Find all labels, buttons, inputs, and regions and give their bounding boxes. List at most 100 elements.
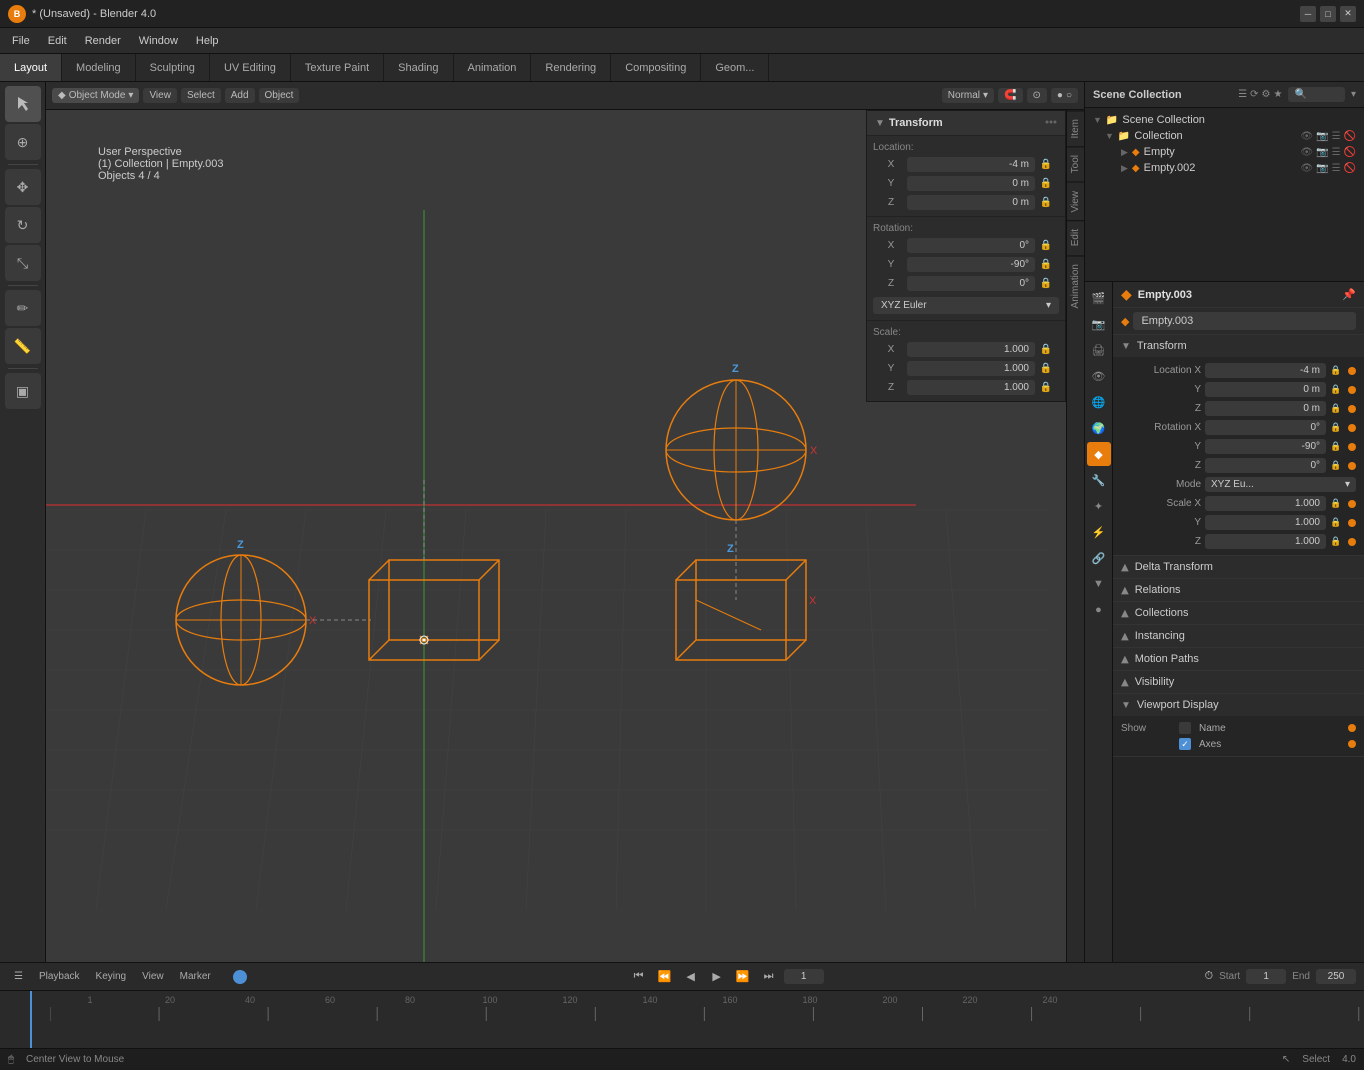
outliner-highlight-icon[interactable]: ★	[1273, 89, 1282, 100]
tab-item[interactable]: Item	[1067, 110, 1084, 146]
collection-hide-icon[interactable]: 🚫	[1344, 131, 1356, 142]
tl-menu-icon[interactable]: ☰	[8, 969, 29, 984]
scale-x-value[interactable]: 1.000	[907, 342, 1035, 357]
menu-help[interactable]: Help	[188, 33, 227, 49]
tab-shading[interactable]: Shading	[384, 54, 453, 81]
tab-compositing[interactable]: Compositing	[611, 54, 701, 81]
close-button[interactable]: ✕	[1340, 6, 1356, 22]
end-frame-input[interactable]: 250	[1316, 969, 1356, 984]
motion-paths-header[interactable]: ▶ Motion Paths	[1113, 648, 1364, 670]
tab-tool[interactable]: Tool	[1067, 146, 1084, 181]
pin-icon[interactable]: 📌	[1342, 288, 1356, 301]
tree-collection[interactable]: ▼ 📁 Collection 👁 📷 ☰ 🚫	[1089, 128, 1360, 144]
menu-file[interactable]: File	[4, 33, 38, 49]
viewport-view-menu[interactable]: View	[143, 88, 177, 103]
prop-icon-physics[interactable]: ⚡	[1087, 520, 1111, 544]
rotation-mode-dropdown[interactable]: XYZ Euler ▾	[873, 297, 1059, 314]
prop-icon-render[interactable]: 📷	[1087, 312, 1111, 336]
scale-tool-button[interactable]: ⤡	[5, 245, 41, 281]
collection-render-icon[interactable]: 📷	[1316, 131, 1328, 142]
viewport-select-menu[interactable]: Select	[181, 88, 221, 103]
menu-edit[interactable]: Edit	[40, 33, 75, 49]
outliner-filter-icon[interactable]: ☰	[1238, 89, 1247, 100]
empty002-hide-icon[interactable]: 🚫	[1344, 163, 1356, 174]
tab-edit[interactable]: Edit	[1067, 220, 1084, 254]
prop-icon-scene2[interactable]: 🌐	[1087, 390, 1111, 414]
empty-eye-icon[interactable]: 👁	[1300, 147, 1313, 158]
loc-y-value[interactable]: 0 m	[907, 176, 1035, 191]
scale-x-field-value[interactable]: 1.000	[1205, 496, 1326, 511]
loc-x-value[interactable]: -4 m	[907, 157, 1035, 172]
menu-window[interactable]: Window	[131, 33, 186, 49]
tl-view-btn[interactable]: View	[136, 969, 170, 984]
loc-z-value[interactable]: 0 m	[907, 195, 1035, 210]
location-z-lock[interactable]: 🔒	[1330, 403, 1344, 414]
empty-hide-icon[interactable]: 🚫	[1344, 147, 1356, 158]
rotate-tool-button[interactable]: ↻	[5, 207, 41, 243]
rotation-x-lock[interactable]: 🔒	[1330, 422, 1344, 433]
scale-y-field-value[interactable]: 1.000	[1205, 515, 1326, 530]
relations-header[interactable]: ▶ Relations	[1113, 579, 1364, 601]
tl-playback-btn[interactable]: Playback	[33, 969, 86, 984]
mesh-name-dropdown[interactable]: Empty.003	[1133, 312, 1356, 330]
transform-options-btn[interactable]	[1045, 116, 1057, 131]
minimize-button[interactable]: ─	[1300, 6, 1316, 22]
rot-x-value[interactable]: 0°	[907, 238, 1035, 253]
tl-marker-btn[interactable]: Marker	[174, 969, 217, 984]
prop-icon-data[interactable]: ▼	[1087, 572, 1111, 596]
current-frame-input[interactable]: 1	[784, 969, 824, 984]
prop-icon-material[interactable]: ●	[1087, 598, 1111, 622]
collections-header[interactable]: ▶ Collections	[1113, 602, 1364, 624]
add-cube-button[interactable]: ▣	[5, 373, 41, 409]
empty002-select-icon[interactable]: ☰	[1332, 163, 1341, 174]
show-name-checkbox[interactable]	[1179, 722, 1191, 734]
cursor-tool-button[interactable]: ⊕	[5, 124, 41, 160]
scale-x-lock[interactable]: 🔒	[1330, 498, 1344, 509]
viewport-add-menu[interactable]: Add	[225, 88, 255, 103]
loc-x-lock[interactable]: 🔒	[1039, 158, 1053, 172]
scale-z-lock[interactable]: 🔒	[1039, 381, 1053, 395]
scale-y-lock[interactable]: 🔒	[1330, 517, 1344, 528]
location-y-lock[interactable]: 🔒	[1330, 384, 1344, 395]
location-x-field-value[interactable]: -4 m	[1205, 363, 1326, 378]
visibility-header[interactable]: ▶ Visibility	[1113, 671, 1364, 693]
scale-z-lock[interactable]: 🔒	[1330, 536, 1344, 547]
select-tool-button[interactable]	[5, 86, 41, 122]
viewport-mode-dropdown[interactable]: ◆ Object Mode ▾	[52, 88, 139, 103]
timeline-ruler[interactable]: 1 20 40 60 80 100 120 140 160 180 200 22…	[0, 991, 1364, 1048]
prop-icon-modifier[interactable]: 🔧	[1087, 468, 1111, 492]
menu-render[interactable]: Render	[77, 33, 129, 49]
tab-view[interactable]: View	[1067, 182, 1084, 221]
empty-select-icon[interactable]: ☰	[1332, 147, 1341, 158]
scale-x-lock[interactable]: 🔒	[1039, 343, 1053, 357]
location-y-field-value[interactable]: 0 m	[1205, 382, 1326, 397]
rot-x-lock[interactable]: 🔒	[1039, 239, 1053, 253]
rotation-y-lock[interactable]: 🔒	[1330, 441, 1344, 452]
outliner-chevron[interactable]: ▾	[1351, 89, 1356, 100]
rotation-mode-field-dropdown[interactable]: XYZ Eu... ▾	[1205, 477, 1356, 492]
rot-y-value[interactable]: -90°	[907, 257, 1035, 272]
next-keyframe-btn[interactable]: ⏩	[732, 966, 754, 988]
annotate-tool-button[interactable]: ✏	[5, 290, 41, 326]
prop-icon-particles[interactable]: ✦	[1087, 494, 1111, 518]
prev-keyframe-btn[interactable]: ⏪	[654, 966, 676, 988]
transform-section-header[interactable]: ▼ Transform	[1113, 335, 1364, 357]
tree-item-empty002[interactable]: ▶ ◆ Empty.002 👁 📷 ☰ 🚫	[1089, 160, 1360, 176]
rotation-x-field-value[interactable]: 0°	[1205, 420, 1326, 435]
outliner-sync-icon[interactable]: ⟳	[1250, 89, 1258, 100]
rot-y-lock[interactable]: 🔒	[1039, 258, 1053, 272]
collection-select-icon[interactable]: ☰	[1332, 131, 1341, 142]
prop-icon-output[interactable]: 🖨	[1087, 338, 1111, 362]
tab-layout[interactable]: Layout	[0, 54, 62, 81]
tl-keying-btn[interactable]: Keying	[90, 969, 133, 984]
rotation-y-field-value[interactable]: -90°	[1205, 439, 1326, 454]
instancing-header[interactable]: ▶ Instancing	[1113, 625, 1364, 647]
outliner-settings-icon[interactable]: ⚙	[1262, 89, 1271, 100]
viewport-object-menu[interactable]: Object	[259, 88, 300, 103]
scale-y-value[interactable]: 1.000	[907, 361, 1035, 376]
start-frame-input[interactable]: 1	[1246, 969, 1286, 984]
scale-z-field-value[interactable]: 1.000	[1205, 534, 1326, 549]
tab-rendering[interactable]: Rendering	[531, 54, 611, 81]
empty002-render-icon[interactable]: 📷	[1316, 163, 1328, 174]
jump-to-end-btn[interactable]: ⏭	[758, 966, 780, 988]
